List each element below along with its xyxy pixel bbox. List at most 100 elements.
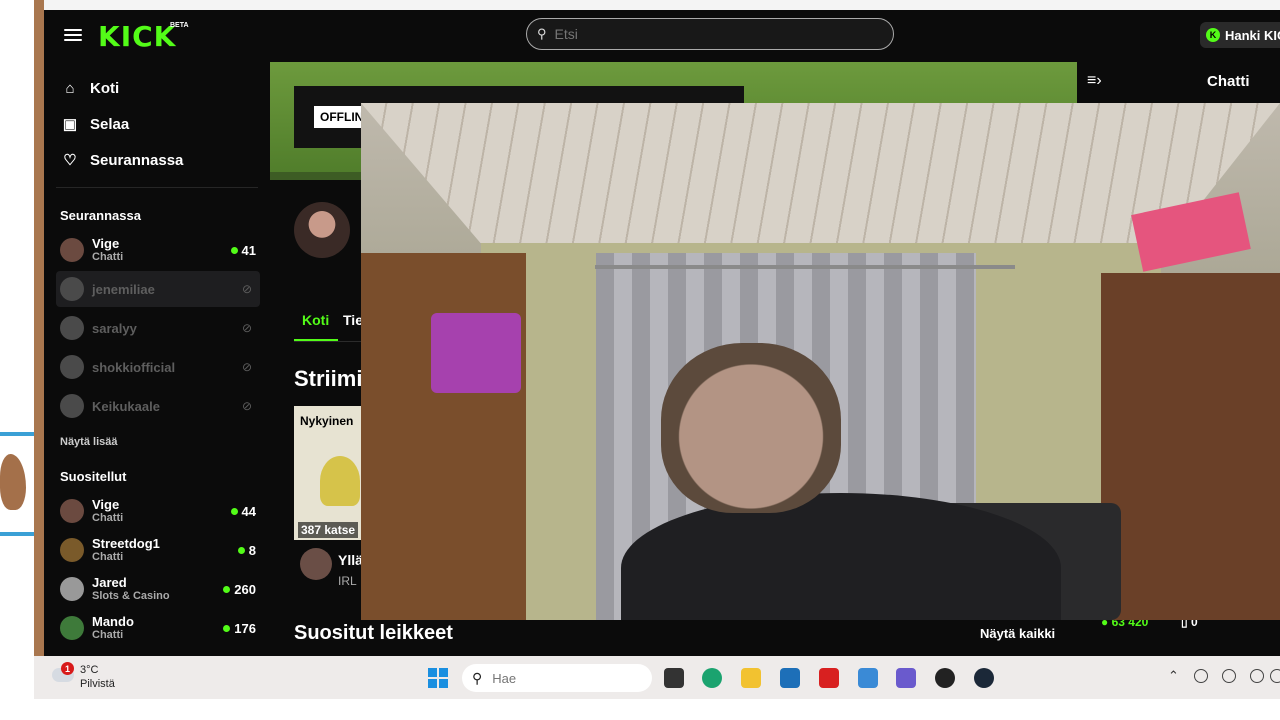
channel-name: Vige bbox=[92, 236, 120, 251]
tab-home[interactable]: Koti bbox=[302, 312, 329, 328]
stream-category[interactable]: IRL bbox=[338, 574, 357, 588]
home-icon: ⌂ bbox=[65, 80, 75, 97]
thumbnail-viewers: 387 katse bbox=[298, 522, 359, 538]
nav-browse[interactable]: ▣ Selaa bbox=[60, 115, 130, 134]
notification-badge: 1 bbox=[61, 662, 74, 675]
offline-icon: ⊘ bbox=[241, 360, 252, 374]
live-dot-icon bbox=[223, 585, 231, 593]
nav-browse-label: Selaa bbox=[90, 115, 130, 133]
channel-category: Chatti bbox=[92, 629, 124, 641]
following-channel-keikukaale[interactable]: Keikukaale ⊘ bbox=[56, 388, 260, 424]
partial-window-edge bbox=[0, 432, 34, 536]
edge-browser-icon[interactable] bbox=[702, 668, 722, 688]
windows-start-icon[interactable] bbox=[428, 668, 448, 688]
get-kick-button[interactable]: K Hanki KIC bbox=[1200, 22, 1280, 48]
avatar bbox=[60, 616, 84, 640]
mail-icon[interactable] bbox=[858, 668, 878, 688]
sidebar: ⌂ Koti ▣ Selaa ♡ Seurannassa Seurannassa… bbox=[44, 62, 270, 656]
avatar bbox=[60, 538, 84, 562]
file-explorer-icon[interactable] bbox=[741, 668, 761, 688]
avatar bbox=[60, 355, 84, 379]
channel-name: jenemiliae bbox=[92, 281, 155, 297]
viewer-count: 44 bbox=[230, 504, 256, 519]
channel-name: Vige bbox=[92, 497, 120, 512]
recommended-channel-jared[interactable]: Jared Slots & Casino 260 bbox=[56, 571, 260, 607]
chat-title: Chatti bbox=[1207, 73, 1250, 90]
see-all-link[interactable]: Näytä kaikki bbox=[980, 626, 1055, 641]
avatar bbox=[60, 577, 84, 601]
show-more-link[interactable]: Näytä lisää bbox=[60, 436, 117, 448]
recommended-channel-streetdog1[interactable]: Streetdog1 Chatti 8 bbox=[56, 532, 260, 568]
offline-icon: ⊘ bbox=[241, 399, 252, 413]
heart-icon: ♡ bbox=[63, 152, 77, 169]
live-dot-icon bbox=[237, 546, 245, 554]
beta-badge: BETA bbox=[170, 22, 189, 29]
app-l-icon[interactable] bbox=[819, 668, 839, 688]
avatar bbox=[60, 394, 84, 418]
channel-category: Chatti bbox=[92, 512, 124, 524]
stream-title[interactable]: Yllä bbox=[338, 552, 363, 568]
recommended-section-title: Suositellut bbox=[60, 469, 127, 484]
tabs-divider bbox=[294, 341, 364, 342]
volume-icon[interactable] bbox=[1270, 669, 1280, 683]
get-kick-label: Hanki KIC bbox=[1225, 27, 1280, 43]
avatar bbox=[60, 316, 84, 340]
following-channel-vige[interactable]: Vige Chatti 41 bbox=[56, 232, 260, 268]
weather-temperature: 3°C bbox=[80, 664, 99, 676]
search-icon: ⚲ bbox=[472, 669, 483, 686]
search-icon: ⚲ bbox=[537, 26, 547, 41]
steam-icon[interactable] bbox=[974, 668, 994, 688]
stream-thumbnail[interactable]: Nykyinen 387 katse bbox=[294, 406, 364, 540]
wifi-icon[interactable] bbox=[1250, 669, 1264, 683]
live-dot-icon bbox=[223, 624, 231, 632]
kick-topbar: KICK BETA ⚲ K Hanki KIC bbox=[44, 10, 1280, 62]
chevron-up-icon[interactable]: ⌃ bbox=[1168, 668, 1179, 684]
search-bar[interactable]: ⚲ bbox=[526, 18, 894, 50]
nav-home-label: Koti bbox=[90, 80, 120, 97]
channel-avatar[interactable] bbox=[294, 202, 350, 258]
channel-name: Streetdog1 bbox=[92, 536, 160, 551]
search-input[interactable] bbox=[552, 25, 857, 43]
channel-name: shokkiofficial bbox=[92, 359, 176, 375]
current-label: Nykyinen bbox=[300, 414, 354, 428]
teams-icon[interactable] bbox=[896, 668, 916, 688]
tab-info[interactable]: Tie bbox=[343, 312, 363, 328]
avatar bbox=[60, 238, 84, 262]
following-channel-saralyy[interactable]: saralyy ⊘ bbox=[56, 310, 260, 346]
task-view-icon[interactable] bbox=[664, 668, 684, 688]
wood-background-strip bbox=[34, 0, 44, 656]
avatar[interactable] bbox=[300, 548, 332, 580]
channel-category: Chatti bbox=[92, 551, 124, 563]
taskbar-search[interactable]: ⚲ bbox=[462, 664, 652, 692]
microphone-icon[interactable] bbox=[1222, 669, 1236, 683]
following-channel-jenemiliae[interactable]: jenemiliae ⊘ bbox=[56, 271, 260, 307]
offline-icon: ⊘ bbox=[241, 321, 252, 335]
live-dot-icon bbox=[230, 246, 238, 254]
sidebar-divider bbox=[56, 187, 258, 188]
viewer-count: 8 bbox=[237, 543, 256, 558]
store-icon[interactable] bbox=[780, 668, 800, 688]
recommended-channel-mando[interactable]: Mando Chatti 176 bbox=[56, 610, 260, 646]
clips-section-title: Suositut leikkeet bbox=[294, 622, 453, 644]
nav-home[interactable]: ⌂ Koti bbox=[60, 80, 119, 97]
channel-name: saralyy bbox=[92, 320, 137, 336]
kick-logo[interactable]: KICK bbox=[98, 20, 176, 53]
collapse-chat-icon[interactable]: ≡› bbox=[1087, 72, 1102, 90]
taskbar-search-input[interactable] bbox=[490, 669, 635, 687]
viewer-count: 260 bbox=[223, 582, 256, 597]
avatar bbox=[60, 277, 84, 301]
streams-section-title: Striimi bbox=[294, 366, 363, 391]
nav-following[interactable]: ♡ Seurannassa bbox=[60, 151, 183, 170]
channel-category: Chatti bbox=[92, 251, 124, 263]
channel-name: Mando bbox=[92, 614, 134, 629]
viewer-count: 41 bbox=[230, 243, 256, 258]
following-channel-shokkiofficial[interactable]: shokkiofficial ⊘ bbox=[56, 349, 260, 385]
network-tray-icon[interactable] bbox=[1194, 669, 1208, 683]
channel-name: Jared bbox=[92, 575, 127, 590]
obs-icon[interactable] bbox=[935, 668, 955, 688]
hamburger-menu-icon[interactable] bbox=[64, 26, 82, 44]
offline-icon: ⊘ bbox=[241, 282, 252, 296]
weather-description: Pilvistä bbox=[80, 678, 115, 690]
recommended-channel-vige[interactable]: Vige Chatti 44 bbox=[56, 493, 260, 529]
viewer-count: 176 bbox=[223, 621, 256, 636]
